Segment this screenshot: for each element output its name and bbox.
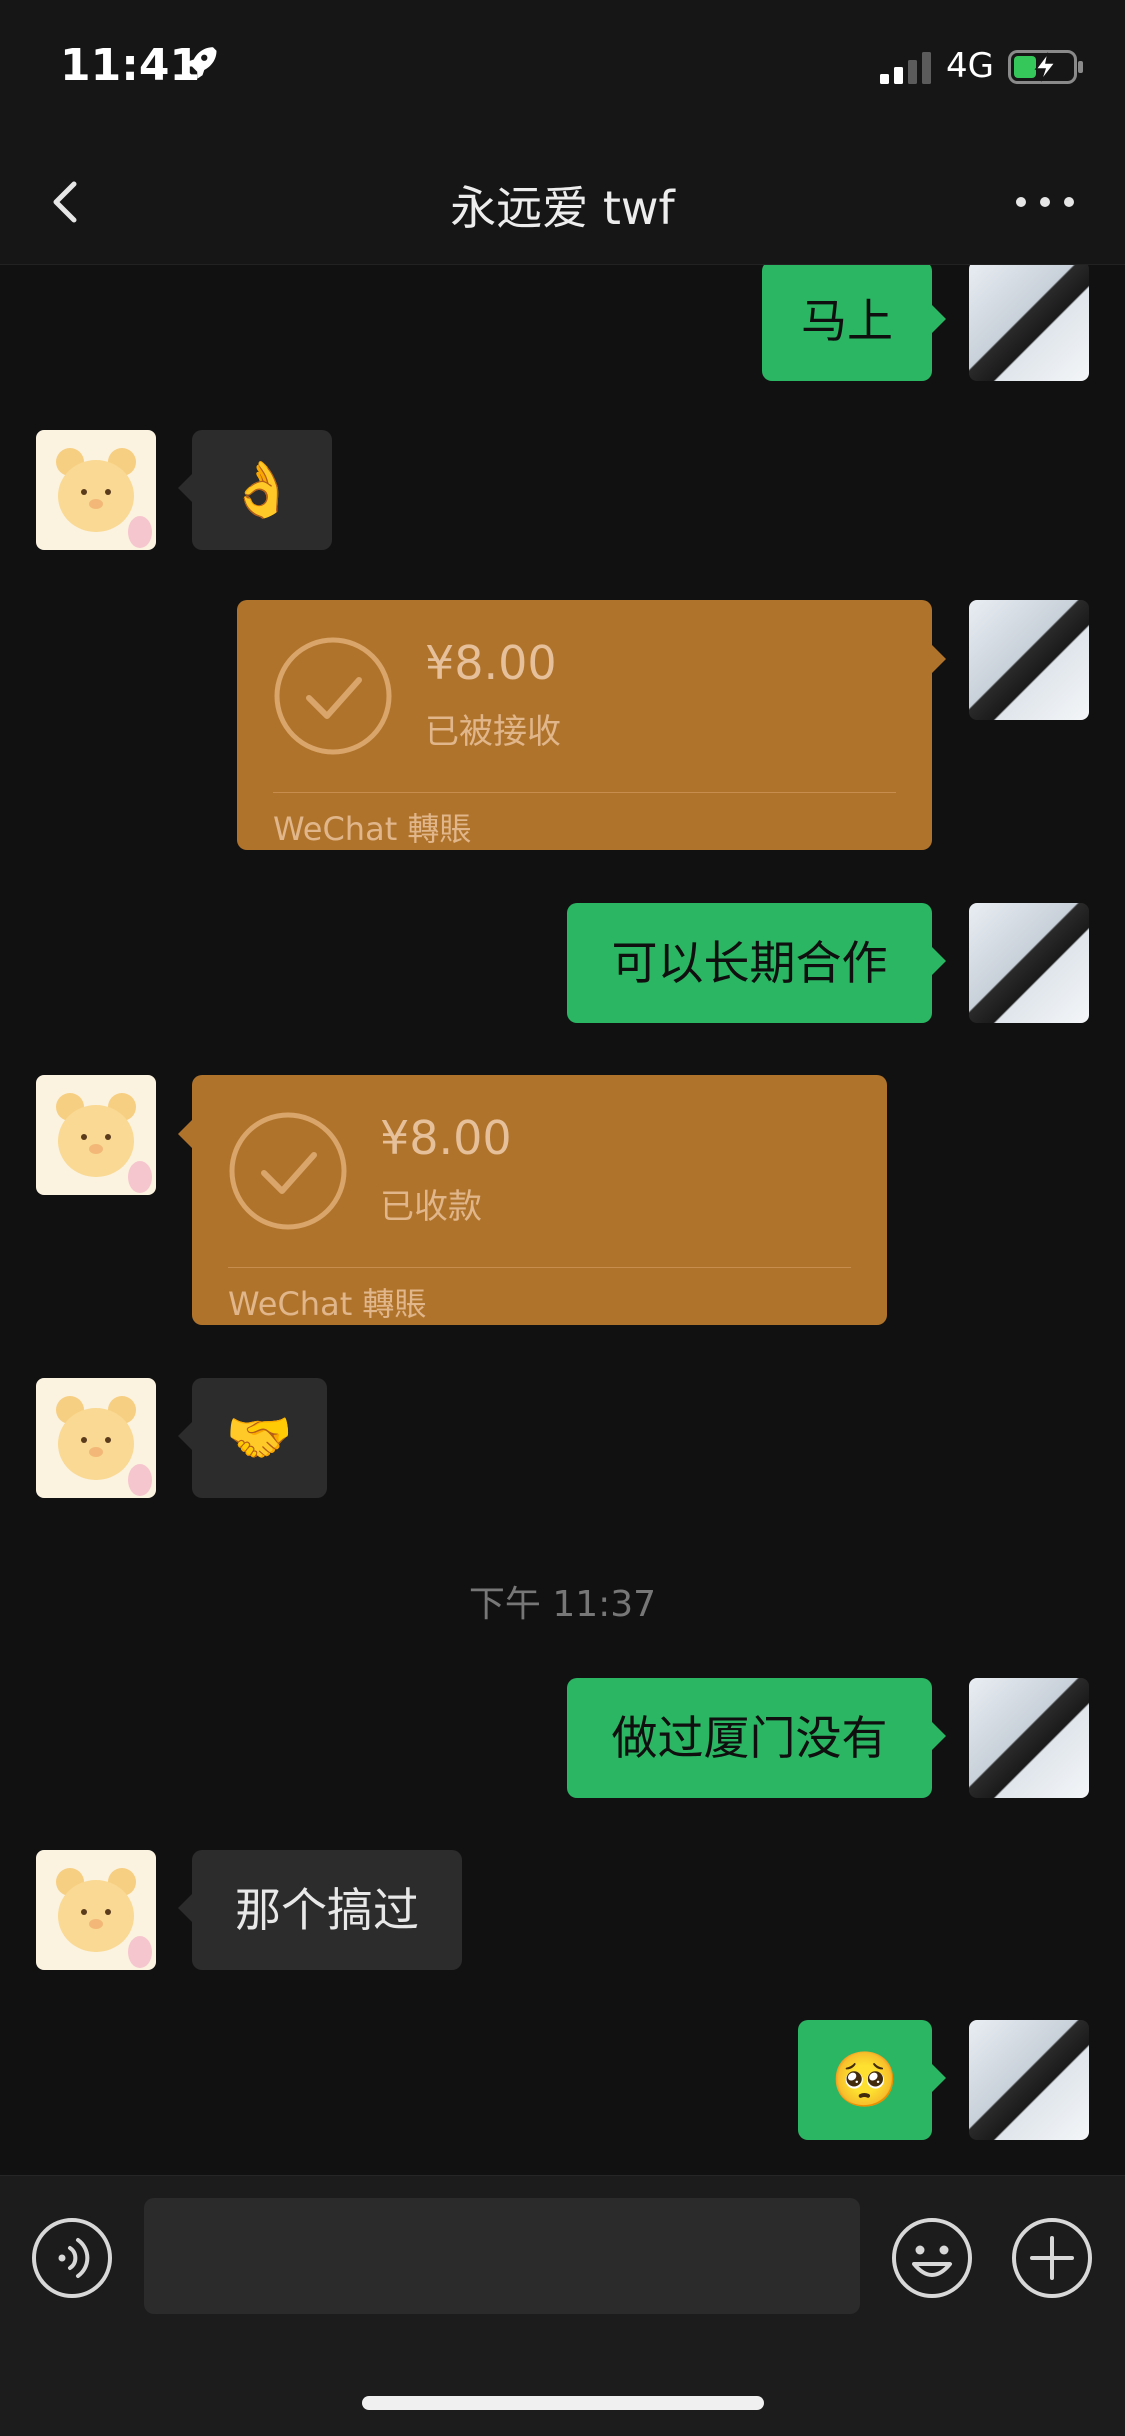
avatar-self[interactable] (969, 1678, 1089, 1798)
message-text: 可以长期合作 (611, 936, 888, 990)
chat-screen: 11:41 4G 永远爱 twf 马上 👌 ¥8.00 已被接收 WeChat … (0, 0, 1125, 2436)
bubble-tail (932, 2064, 946, 2092)
timestamp: 下午 11:37 (468, 1584, 657, 1625)
bear-avatar-icon (56, 448, 152, 548)
bubble-tail (932, 645, 946, 673)
rocket-icon (183, 47, 217, 79)
transfer-card[interactable]: ¥8.00 已收款 WeChat 轉賬 (192, 1075, 887, 1325)
divider (273, 792, 896, 793)
message-text: 马上 (801, 294, 893, 348)
chat-title: 永远爱 twf (450, 181, 675, 235)
divider (228, 1267, 851, 1268)
nav-bar: 永远爱 twf (0, 140, 1125, 265)
avatar-self[interactable] (969, 600, 1089, 720)
plus-icon[interactable] (1010, 2216, 1094, 2300)
message-bubble-in[interactable]: 🤝 (192, 1378, 327, 1498)
bubble-tail (178, 1894, 192, 1922)
message-input[interactable] (144, 2198, 860, 2314)
signal-icon (880, 52, 931, 84)
avatar-self[interactable] (969, 2020, 1089, 2140)
transfer-footer: WeChat 轉賬 (273, 810, 472, 848)
input-bar (0, 2175, 1125, 2436)
transfer-card[interactable]: ¥8.00 已被接收 WeChat 轉賬 (237, 600, 932, 850)
message-bubble-in[interactable]: 👌 (192, 430, 332, 550)
bubble-tail (932, 305, 946, 333)
message-list[interactable]: 马上 👌 ¥8.00 已被接收 WeChat 轉賬 可以长期合作 ¥8.00 已… (0, 265, 1125, 2175)
message-text: 做过厦门没有 (611, 1711, 888, 1765)
transfer-status: 已收款 (380, 1187, 482, 1227)
avatar-contact[interactable] (36, 1075, 156, 1195)
transfer-status: 已被接收 (425, 712, 561, 752)
more-icon[interactable] (1010, 176, 1080, 228)
avatar-contact[interactable] (36, 430, 156, 550)
battery-icon (1008, 50, 1083, 84)
message-text: 那个搞过 (235, 1883, 419, 1937)
message-bubble-out[interactable]: 马上 (762, 265, 932, 381)
message-text: 🥺 (831, 2048, 899, 2111)
home-indicator[interactable] (362, 2396, 764, 2410)
avatar-contact[interactable] (36, 1850, 156, 1970)
avatar-self[interactable] (969, 903, 1089, 1023)
bubble-tail (178, 1422, 192, 1450)
check-circle-icon (274, 637, 392, 755)
transfer-amount: ¥8.00 (380, 1111, 512, 1165)
status-bar: 11:41 4G (0, 0, 1125, 140)
emoji-icon[interactable] (890, 2216, 974, 2300)
message-bubble-out[interactable]: 可以长期合作 (567, 903, 932, 1023)
bear-avatar-icon (56, 1396, 152, 1496)
message-bubble-out[interactable]: 做过厦门没有 (567, 1678, 932, 1798)
bear-avatar-icon (56, 1868, 152, 1968)
bubble-tail (178, 474, 192, 502)
message-bubble-out[interactable]: 🥺 (798, 2020, 932, 2140)
voice-icon[interactable] (30, 2216, 114, 2300)
message-bubble-in[interactable]: 那个搞过 (192, 1850, 462, 1970)
network-type: 4G (946, 46, 994, 86)
transfer-footer: WeChat 轉賬 (228, 1285, 427, 1323)
message-text: 🤝 (225, 1406, 294, 1469)
check-circle-icon (229, 1112, 347, 1230)
bubble-tail (178, 1120, 192, 1148)
bubble-tail (932, 1722, 946, 1750)
bear-avatar-icon (56, 1093, 152, 1193)
bubble-tail (932, 947, 946, 975)
transfer-amount: ¥8.00 (425, 636, 557, 690)
avatar-contact[interactable] (36, 1378, 156, 1498)
avatar-self[interactable] (969, 265, 1089, 381)
message-text: 👌 (228, 458, 296, 521)
